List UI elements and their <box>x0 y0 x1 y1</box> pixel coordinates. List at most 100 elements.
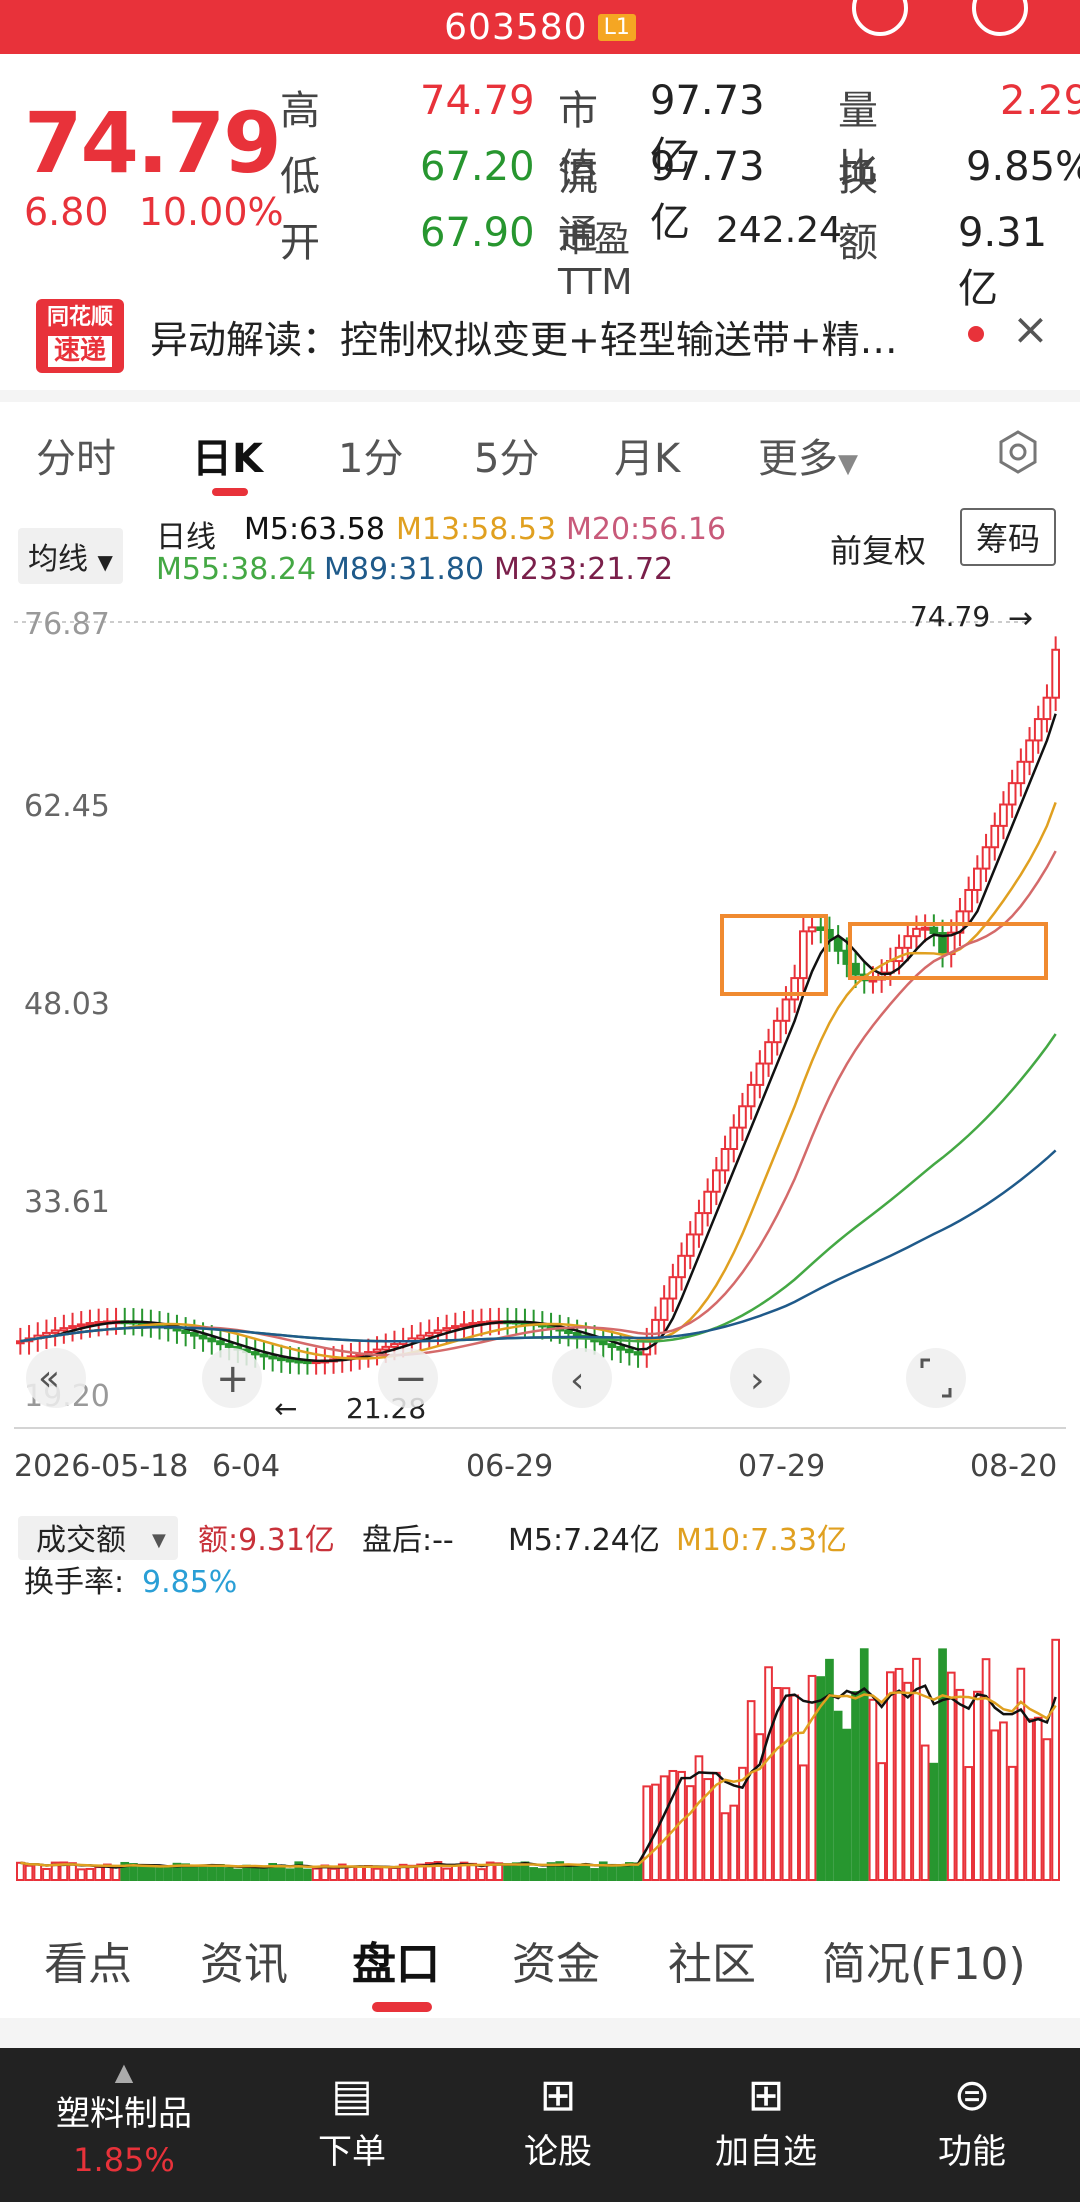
turnover-value: 9.85% <box>142 1565 237 1600</box>
order-icon: ▤ <box>252 2068 452 2124</box>
volume-bar <box>226 1868 233 1880</box>
quote-panel: 74.79 6.80 10.00% 高 74.79 市值 97.73亿 量比 2… <box>0 54 1080 272</box>
close-icon[interactable]: × <box>1012 304 1049 355</box>
ma5-value: M5:63.58 <box>244 512 385 547</box>
volume-bar <box>156 1868 163 1880</box>
adjust-toggle[interactable]: 前复权 <box>830 526 926 572</box>
tab-news[interactable]: 资讯 <box>200 1928 288 1992</box>
x-label-3: 06-29 <box>466 1449 553 1484</box>
volume-bar <box>643 1786 650 1880</box>
candle-body <box>1000 805 1007 826</box>
discuss-button[interactable]: ⊞ 论股 <box>458 2068 658 2173</box>
candle-body <box>278 1358 285 1360</box>
candle-body <box>69 1326 76 1328</box>
volume-bar <box>356 1867 363 1880</box>
function-button[interactable]: ⊜ 功能 <box>872 2068 1072 2173</box>
divider <box>0 390 1080 402</box>
volume-bar <box>278 1865 285 1880</box>
app-root: 603580 L1 74.79 6.80 10.00% 高 74.79 市值 9… <box>0 0 1080 2202</box>
volume-bar <box>661 1776 668 1880</box>
ma20-line <box>20 851 1055 1355</box>
volume-bar <box>43 1869 50 1880</box>
news-text[interactable]: 异动解读：控制权拟变更+轻型输送带+精… <box>150 309 898 364</box>
candle-body <box>974 869 981 890</box>
ma-selector[interactable]: 均线 ▼ <box>18 528 123 584</box>
volume-bar <box>513 1863 520 1880</box>
candle-body <box>852 964 859 975</box>
candle-body <box>626 1350 633 1353</box>
candle-body <box>713 1170 720 1191</box>
ma55-line <box>20 1034 1055 1341</box>
volume-bar <box>826 1660 833 1880</box>
chevron-right-icon: › <box>750 1360 764 1401</box>
volume-bar <box>539 1869 546 1880</box>
volume-bar <box>574 1866 581 1880</box>
candle-body <box>765 1042 772 1063</box>
candle-body <box>931 928 938 933</box>
value-low: 67.20 <box>420 144 535 190</box>
volume-bar <box>391 1868 398 1880</box>
volume-bar <box>1035 1718 1042 1880</box>
search-icon[interactable] <box>972 0 1028 36</box>
value-volume-ratio: 2.29 <box>1000 78 1080 124</box>
sector-name: 塑料制品 <box>56 2094 192 2134</box>
sector-button[interactable]: ▲ 塑料制品 1.85% <box>24 2058 224 2179</box>
active-tab-indicator <box>372 2002 432 2012</box>
candle-body <box>696 1213 703 1234</box>
tab-community[interactable]: 社区 <box>668 1928 756 1992</box>
active-tab-indicator <box>212 488 248 496</box>
caret-down-icon: ▼ <box>98 550 113 574</box>
tab-highlights[interactable]: 看点 <box>44 1928 132 1992</box>
candle-body <box>678 1256 685 1277</box>
candle-body <box>269 1356 276 1358</box>
volume-bar <box>730 1806 737 1880</box>
fullscreen-button[interactable] <box>906 1348 966 1408</box>
candle-body <box>722 1149 729 1170</box>
add-watchlist-button[interactable]: ⊞ 加自选 <box>666 2068 866 2173</box>
stock-code: 603580 <box>444 7 587 48</box>
volume-bar <box>208 1865 215 1880</box>
tab-monthly-k[interactable]: 月K <box>614 426 680 484</box>
candle-body <box>435 1330 442 1333</box>
candle-body <box>182 1330 189 1333</box>
kline-chart[interactable]: 76.87 62.45 48.03 33.61 19.20 74.79 → ← … <box>0 592 1080 1892</box>
tab-funds[interactable]: 资金 <box>512 1928 600 1992</box>
candle-body <box>295 1360 302 1362</box>
tab-more[interactable]: 更多▼ <box>758 426 858 484</box>
volume-bar <box>617 1866 624 1880</box>
candle-body <box>61 1328 68 1330</box>
volume-bar <box>783 1688 790 1880</box>
x-label-5: 08-20 <box>970 1449 1057 1484</box>
tab-1min[interactable]: 1分 <box>338 426 403 484</box>
volume-bar <box>687 1786 694 1880</box>
x-label-2: 6-04 <box>212 1449 280 1484</box>
tab-5min[interactable]: 5分 <box>474 426 539 484</box>
turnover-label: 换手率: <box>24 1565 124 1600</box>
volume-bar <box>931 1764 938 1880</box>
tab-intraday[interactable]: 分时 <box>36 426 116 484</box>
news-ticker[interactable]: 同花顺 速递 异动解读：控制权拟变更+轻型输送带+精… × <box>0 290 1080 382</box>
chips-button[interactable]: 筹码 <box>960 508 1056 566</box>
order-button[interactable]: ▤ 下单 <box>252 2068 452 2173</box>
divider <box>0 2018 1080 2048</box>
candle-body <box>965 890 972 911</box>
discuss-label: 论股 <box>524 2132 592 2172</box>
account-icon[interactable] <box>852 0 908 36</box>
ma20-value: M20:56.16 <box>566 512 726 547</box>
volume-bar <box>165 1868 172 1880</box>
caret-down-icon: ▼ <box>152 1530 166 1551</box>
tab-daily-k[interactable]: 日K <box>192 426 263 484</box>
tab-orderbook[interactable]: 盘口 <box>352 1928 440 1992</box>
logo-bottom-text: 速递 <box>48 336 112 367</box>
candle-body <box>374 1350 381 1353</box>
volume-bar <box>200 1866 207 1880</box>
candle-body <box>226 1344 233 1347</box>
tab-f10[interactable]: 简况(F10) <box>822 1928 1026 1992</box>
candle-body <box>904 936 911 948</box>
volume-bar <box>1009 1767 1016 1880</box>
volume-bar <box>382 1867 389 1880</box>
settings-icon[interactable] <box>996 430 1040 474</box>
caret-down-icon: ▼ <box>838 449 858 479</box>
volume-bar <box>670 1771 677 1880</box>
candle-body <box>52 1330 59 1333</box>
